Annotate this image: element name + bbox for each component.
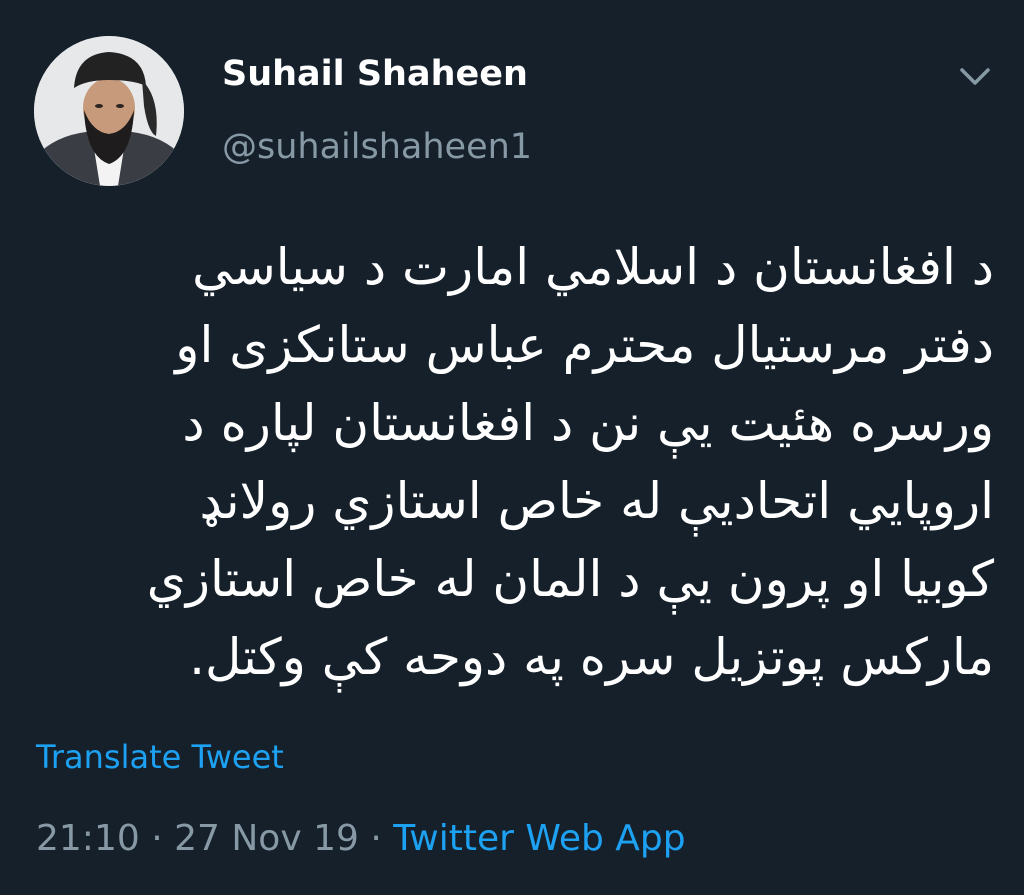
tweet-line: دفتر مرستیال محترم عباس ستانکزی او	[175, 316, 994, 374]
tweet-time[interactable]: 21:10	[36, 818, 140, 859]
tweet-line: ورسره هئیت یې نن د افغانستان لپاره د	[182, 394, 994, 452]
tweet-date[interactable]: 27 Nov 19	[174, 818, 359, 859]
meta-separator: ·	[370, 818, 382, 859]
tweet-card: Suhail Shaheen @suhailshaheen1 د افغانست…	[0, 0, 1024, 895]
meta-separator: ·	[151, 818, 163, 859]
user-handle[interactable]: @suhailshaheen1	[222, 127, 532, 167]
source-app-link[interactable]: Twitter Web App	[393, 818, 685, 859]
tweet-text: د افغانستان د اسلامي امارت د سیاسي دفتر …	[14, 228, 994, 696]
display-name[interactable]: Suhail Shaheen	[222, 54, 528, 94]
tweet-line: مارکس پوتزیل سره په دوحه کې وکتل.	[189, 628, 994, 686]
tweet-meta: 21:10 · 27 Nov 19 · Twitter Web App	[36, 818, 686, 859]
profile-photo-icon	[34, 36, 184, 186]
chevron-down-icon[interactable]	[955, 62, 995, 92]
tweet-line: د افغانستان د اسلامي امارت د سیاسي	[192, 238, 994, 296]
translate-tweet-link[interactable]: Translate Tweet	[36, 738, 284, 776]
tweet-line: کوبیا او پرون یې د المان له خاص استازي	[146, 550, 994, 608]
avatar[interactable]	[34, 36, 184, 186]
tweet-line: اروپایي اتحادیې له خاص استازي رولانډ	[199, 472, 994, 530]
